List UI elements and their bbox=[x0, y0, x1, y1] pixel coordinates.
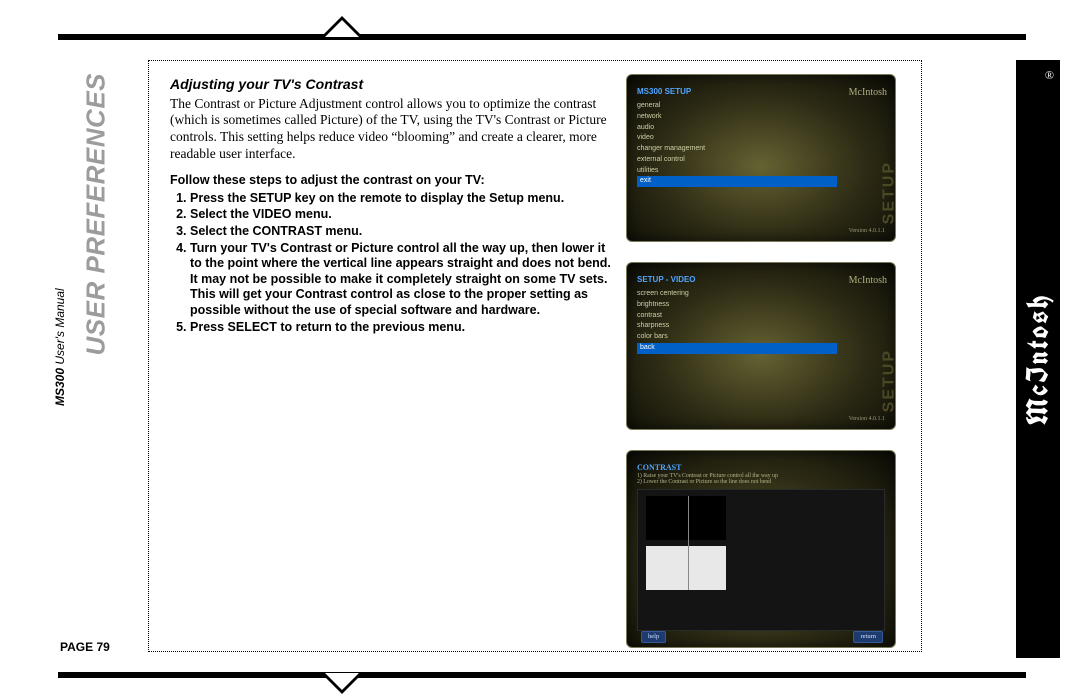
step-item: Press the SETUP key on the remote to dis… bbox=[190, 191, 612, 207]
shot-title: CONTRAST bbox=[637, 463, 681, 473]
step-item: Select the VIDEO menu. bbox=[190, 207, 612, 223]
contrast-test-area bbox=[637, 489, 885, 631]
text-column: Adjusting your TV's Contrast The Contras… bbox=[156, 64, 626, 336]
menu-item: brightness bbox=[637, 300, 837, 311]
menu-item: audio bbox=[637, 123, 837, 134]
return-button: return bbox=[853, 631, 883, 643]
shot-brand: McIntosh bbox=[849, 275, 887, 288]
brand-name: McIntosh bbox=[1019, 293, 1058, 425]
manual-model: MS300 bbox=[53, 368, 67, 406]
vertical-line-icon bbox=[688, 496, 689, 590]
step-item: Select the CONTRAST menu. bbox=[190, 224, 612, 240]
top-rule bbox=[58, 34, 1026, 40]
page-number: PAGE 79 bbox=[60, 640, 110, 654]
screenshot-video-menu: McIntosh SETUP SETUP - VIDEO screen cent… bbox=[626, 262, 896, 430]
shot-version: Version 4.0.1.1 bbox=[849, 416, 885, 424]
menu-item: general bbox=[637, 101, 837, 112]
menu-item: video bbox=[637, 133, 837, 144]
menu-item-selected: exit bbox=[637, 176, 837, 187]
page: ® McIntosh USER PREFERENCES MS300 User's… bbox=[0, 0, 1080, 698]
screenshot-column: McIntosh SETUP MS300 SETUP general netwo… bbox=[626, 64, 906, 668]
black-block bbox=[646, 496, 726, 540]
bottom-rule bbox=[58, 672, 1026, 678]
shot-menu: SETUP - VIDEO screen centering brightnes… bbox=[637, 275, 837, 354]
help-button: help bbox=[641, 631, 666, 643]
step-item: Turn your TV's Contrast or Picture contr… bbox=[190, 241, 612, 319]
bottom-arrow-icon bbox=[320, 672, 364, 694]
menu-item: screen centering bbox=[637, 289, 837, 300]
registered-icon: ® bbox=[1045, 68, 1054, 83]
menu-item-selected: back bbox=[637, 343, 837, 354]
shot-title: SETUP - VIDEO bbox=[637, 275, 837, 285]
menu-item: network bbox=[637, 112, 837, 123]
section-title: Adjusting your TV's Contrast bbox=[170, 76, 612, 94]
menu-item: color bars bbox=[637, 332, 837, 343]
shot-side-label: SETUP bbox=[879, 161, 896, 224]
menu-item: external control bbox=[637, 155, 837, 166]
menu-item: changer management bbox=[637, 144, 837, 155]
shot-side-label: SETUP bbox=[879, 349, 896, 412]
brand-strip: ® McIntosh bbox=[1016, 60, 1060, 658]
screenshot-contrast: CONTRAST 1) Raise your TV's Contrast or … bbox=[626, 450, 896, 648]
manual-label: User's Manual bbox=[53, 288, 67, 368]
steps-intro: Follow these steps to adjust the contras… bbox=[170, 173, 612, 189]
screenshot-setup-menu: McIntosh SETUP MS300 SETUP general netwo… bbox=[626, 74, 896, 242]
shot-version: Version 4.0.1.1 bbox=[849, 228, 885, 236]
instr-line: 2) Lower the Contrast or Picture so the … bbox=[637, 479, 885, 485]
content-area: Adjusting your TV's Contrast The Contras… bbox=[156, 64, 916, 668]
step-item: Press SELECT to return to the previous m… bbox=[190, 320, 612, 336]
menu-item: sharpness bbox=[637, 321, 837, 332]
menu-item: utilities bbox=[637, 166, 837, 177]
menu-item: contrast bbox=[637, 311, 837, 322]
chapter-title: USER PREFERENCES bbox=[81, 73, 112, 356]
manual-title: MS300 User's Manual bbox=[53, 288, 67, 406]
shot-title: MS300 SETUP bbox=[637, 87, 837, 97]
white-block bbox=[646, 546, 726, 590]
top-arrow-icon bbox=[320, 16, 364, 38]
shot-menu: MS300 SETUP general network audio video … bbox=[637, 87, 837, 187]
shot-brand: McIntosh bbox=[849, 87, 887, 100]
contrast-instructions: 1) Raise your TV's Contrast or Picture c… bbox=[637, 473, 885, 486]
body-paragraph: The Contrast or Picture Adjustment contr… bbox=[170, 96, 612, 164]
steps-list: Press the SETUP key on the remote to dis… bbox=[190, 191, 612, 336]
